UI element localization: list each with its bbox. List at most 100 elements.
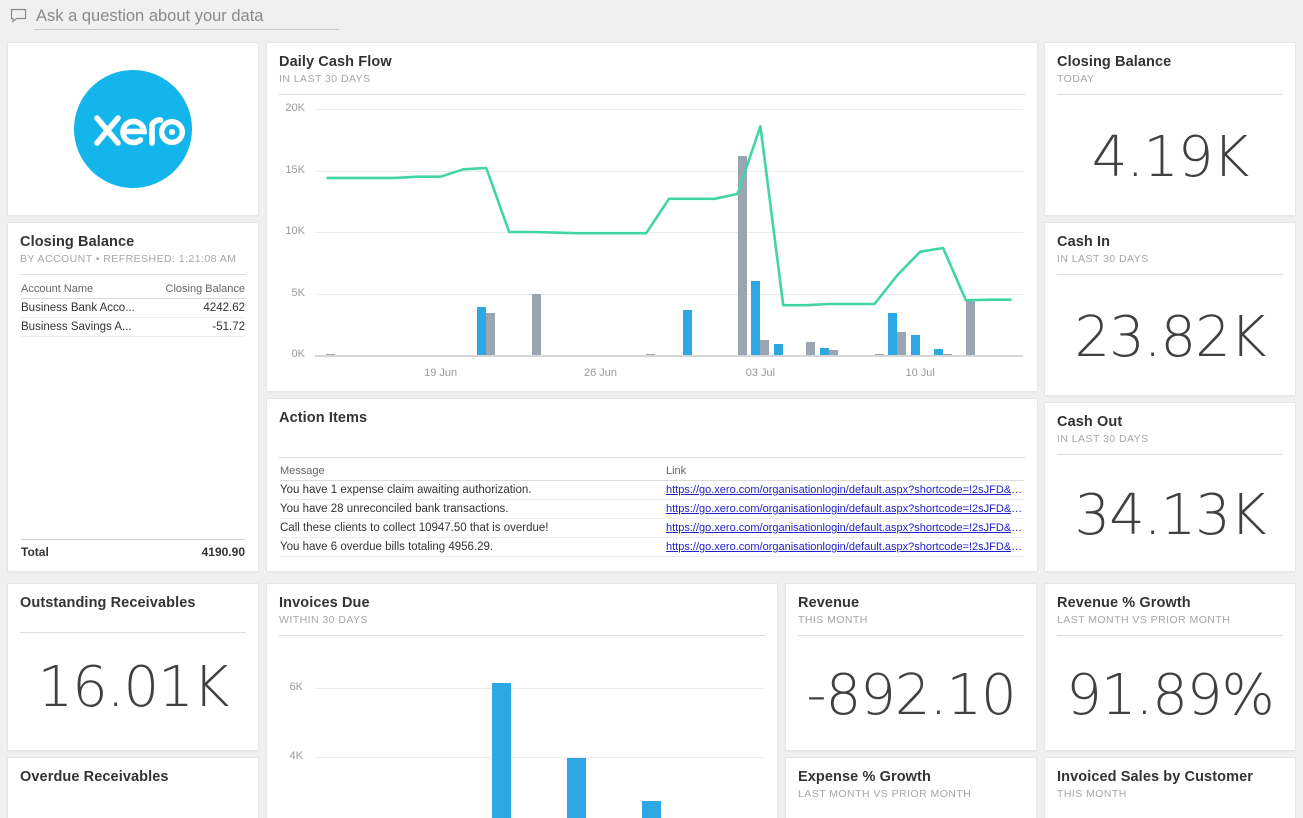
tile-title: Revenue % Growth [1057,594,1283,612]
xero-logo-icon [74,70,192,188]
tile-subtitle: IN LAST 30 DAYS [1057,253,1283,266]
bar-cash-out[interactable] [806,342,815,356]
bar-cash-out[interactable] [326,354,335,356]
xero-logo-tile[interactable] [8,43,258,215]
tile-subtitle: THIS MONTH [798,614,1024,627]
tile-title: Overdue Receivables [20,768,246,786]
action-item-link[interactable]: https://go.xero.com/organisationlogin/de… [666,503,1024,515]
total-label: Total [21,545,49,559]
bar-cash-out[interactable] [966,301,975,355]
tile-subtitle: WITHIN 30 DAYS [279,614,765,627]
x-axis-tick-label: 19 Jun [401,367,481,379]
bar-cash-in[interactable] [477,307,486,355]
table-row[interactable]: Business Bank Acco... 4242.62 [21,299,245,318]
invoices-due-tile[interactable]: Invoices Due WITHIN 30 DAYS 4K6K [267,584,777,818]
gridline [315,171,1023,172]
table-row[interactable]: Business Savings A... -51.72 [21,318,245,337]
table-row[interactable]: Call these clients to collect 10947.50 t… [280,519,1024,538]
bar-cash-in[interactable] [820,348,829,355]
action-item-link[interactable]: https://go.xero.com/organisationlogin/de… [666,522,1024,534]
tile-subtitle: IN LAST 30 DAYS [1057,433,1283,446]
bar-cash-out[interactable] [760,340,769,355]
column-header-link: Link [666,464,1024,481]
tile-title: Invoices Due [279,594,765,612]
invoices-due-plot[interactable]: 4K6K [267,636,777,818]
closing-balance-by-account-tile[interactable]: Closing Balance BY ACCOUNT • REFRESHED: … [8,223,258,571]
kpi-value: 16.01K [37,660,228,716]
kpi-value: -892.10 [806,668,1015,724]
bar-cash-in[interactable] [774,344,783,355]
speech-bubble-icon [10,7,28,25]
kpi-cash-in-tile[interactable]: Cash In IN LAST 30 DAYS 23.82K [1045,223,1295,395]
bar-cash-in[interactable] [683,310,692,355]
tile-subtitle: TODAY [1057,73,1283,86]
bar-cash-in[interactable] [888,313,897,355]
tile-title: Outstanding Receivables [20,594,246,612]
bar-cash-out[interactable] [738,156,747,355]
table-total-row: Total 4190.90 [21,539,245,559]
x-axis-tick-label: 26 Jun [561,367,641,379]
column-header-message: Message [280,464,666,481]
bar-cash-in[interactable] [751,281,760,355]
cell-account-name: Business Bank Acco... [21,299,153,318]
bar-invoice-due[interactable] [642,801,661,818]
bar-cash-out[interactable] [829,350,838,355]
kpi-value: 91.89% [1066,668,1274,724]
kpi-value: 4.19K [1092,130,1248,186]
tile-subtitle: THIS MONTH [1057,788,1283,801]
cell-closing-balance: -51.72 [153,318,245,337]
column-header-closing-balance: Closing Balance [153,281,245,299]
bar-cash-out[interactable] [646,354,655,356]
bar-cash-out[interactable] [486,313,495,355]
kpi-cash-out-tile[interactable]: Cash Out IN LAST 30 DAYS 34.13K [1045,403,1295,571]
tile-title: Expense % Growth [798,768,1024,786]
cell-closing-balance: 4242.62 [153,299,245,318]
x-axis-tick-label: 03 Jul [720,367,800,379]
y-axis-tick-label: 5K [267,287,305,299]
table-row[interactable]: You have 1 expense claim awaiting author… [280,481,1024,500]
cell-message: You have 28 unreconciled bank transactio… [280,500,666,519]
invoiced-sales-by-customer-tile[interactable]: Invoiced Sales by Customer THIS MONTH [1045,758,1295,818]
table-header-row: Account Name Closing Balance [21,281,245,299]
tile-title: Invoiced Sales by Customer [1057,768,1283,786]
gridline [315,232,1023,233]
bar-cash-in[interactable] [911,335,920,355]
bar-cash-out[interactable] [897,332,906,355]
bar-invoice-due[interactable] [492,683,511,818]
closing-balance-table: Account Name Closing Balance Business Ba… [21,281,245,337]
table-row[interactable]: You have 6 overdue bills totaling 4956.2… [280,538,1024,557]
bar-cash-out[interactable] [943,354,952,356]
gridline [315,757,763,758]
qna-search-input[interactable] [34,7,339,30]
kpi-value: 34.13K [1074,488,1265,544]
y-axis-tick-label: 15K [267,164,305,176]
daily-cash-flow-plot[interactable]: 0K5K10K15K20K19 Jun26 Jun03 Jul10 Jul [267,95,1037,391]
y-axis-tick-label: 6K [267,681,303,693]
gridline [315,109,1023,110]
action-items-tile[interactable]: Action Items Message Link You have 1 exp… [267,399,1037,571]
kpi-outstanding-receivables-tile[interactable]: Outstanding Receivables 16.01K [8,584,258,750]
tile-title: Closing Balance [20,233,246,251]
gridline [315,688,763,689]
closing-balance-line-series [267,95,1037,391]
daily-cash-flow-tile[interactable]: Daily Cash Flow IN LAST 30 DAYS 0K5K10K1… [267,43,1037,391]
kpi-revenue-growth-tile[interactable]: Revenue % Growth LAST MONTH VS PRIOR MON… [1045,584,1295,750]
action-item-link[interactable]: https://go.xero.com/organisationlogin/de… [666,541,1024,553]
gridline [315,294,1023,295]
bar-cash-in[interactable] [934,349,943,355]
kpi-revenue-tile[interactable]: Revenue THIS MONTH -892.10 [786,584,1036,750]
kpi-closing-balance-today-tile[interactable]: Closing Balance TODAY 4.19K [1045,43,1295,215]
table-row[interactable]: You have 28 unreconciled bank transactio… [280,500,1024,519]
tile-title: Cash Out [1057,413,1283,431]
tile-subtitle: LAST MONTH VS PRIOR MONTH [798,788,1024,801]
action-item-link[interactable]: https://go.xero.com/organisationlogin/de… [666,484,1024,496]
bar-cash-out[interactable] [875,354,884,356]
x-axis-baseline [315,355,1023,357]
bar-invoice-due[interactable] [567,758,586,818]
tile-title: Closing Balance [1057,53,1283,71]
column-header-account-name: Account Name [21,281,153,299]
x-axis-tick-label: 10 Jul [880,367,960,379]
kpi-overdue-receivables-tile[interactable]: Overdue Receivables [8,758,258,818]
kpi-expense-growth-tile[interactable]: Expense % Growth LAST MONTH VS PRIOR MON… [786,758,1036,818]
bar-cash-out[interactable] [532,294,541,356]
